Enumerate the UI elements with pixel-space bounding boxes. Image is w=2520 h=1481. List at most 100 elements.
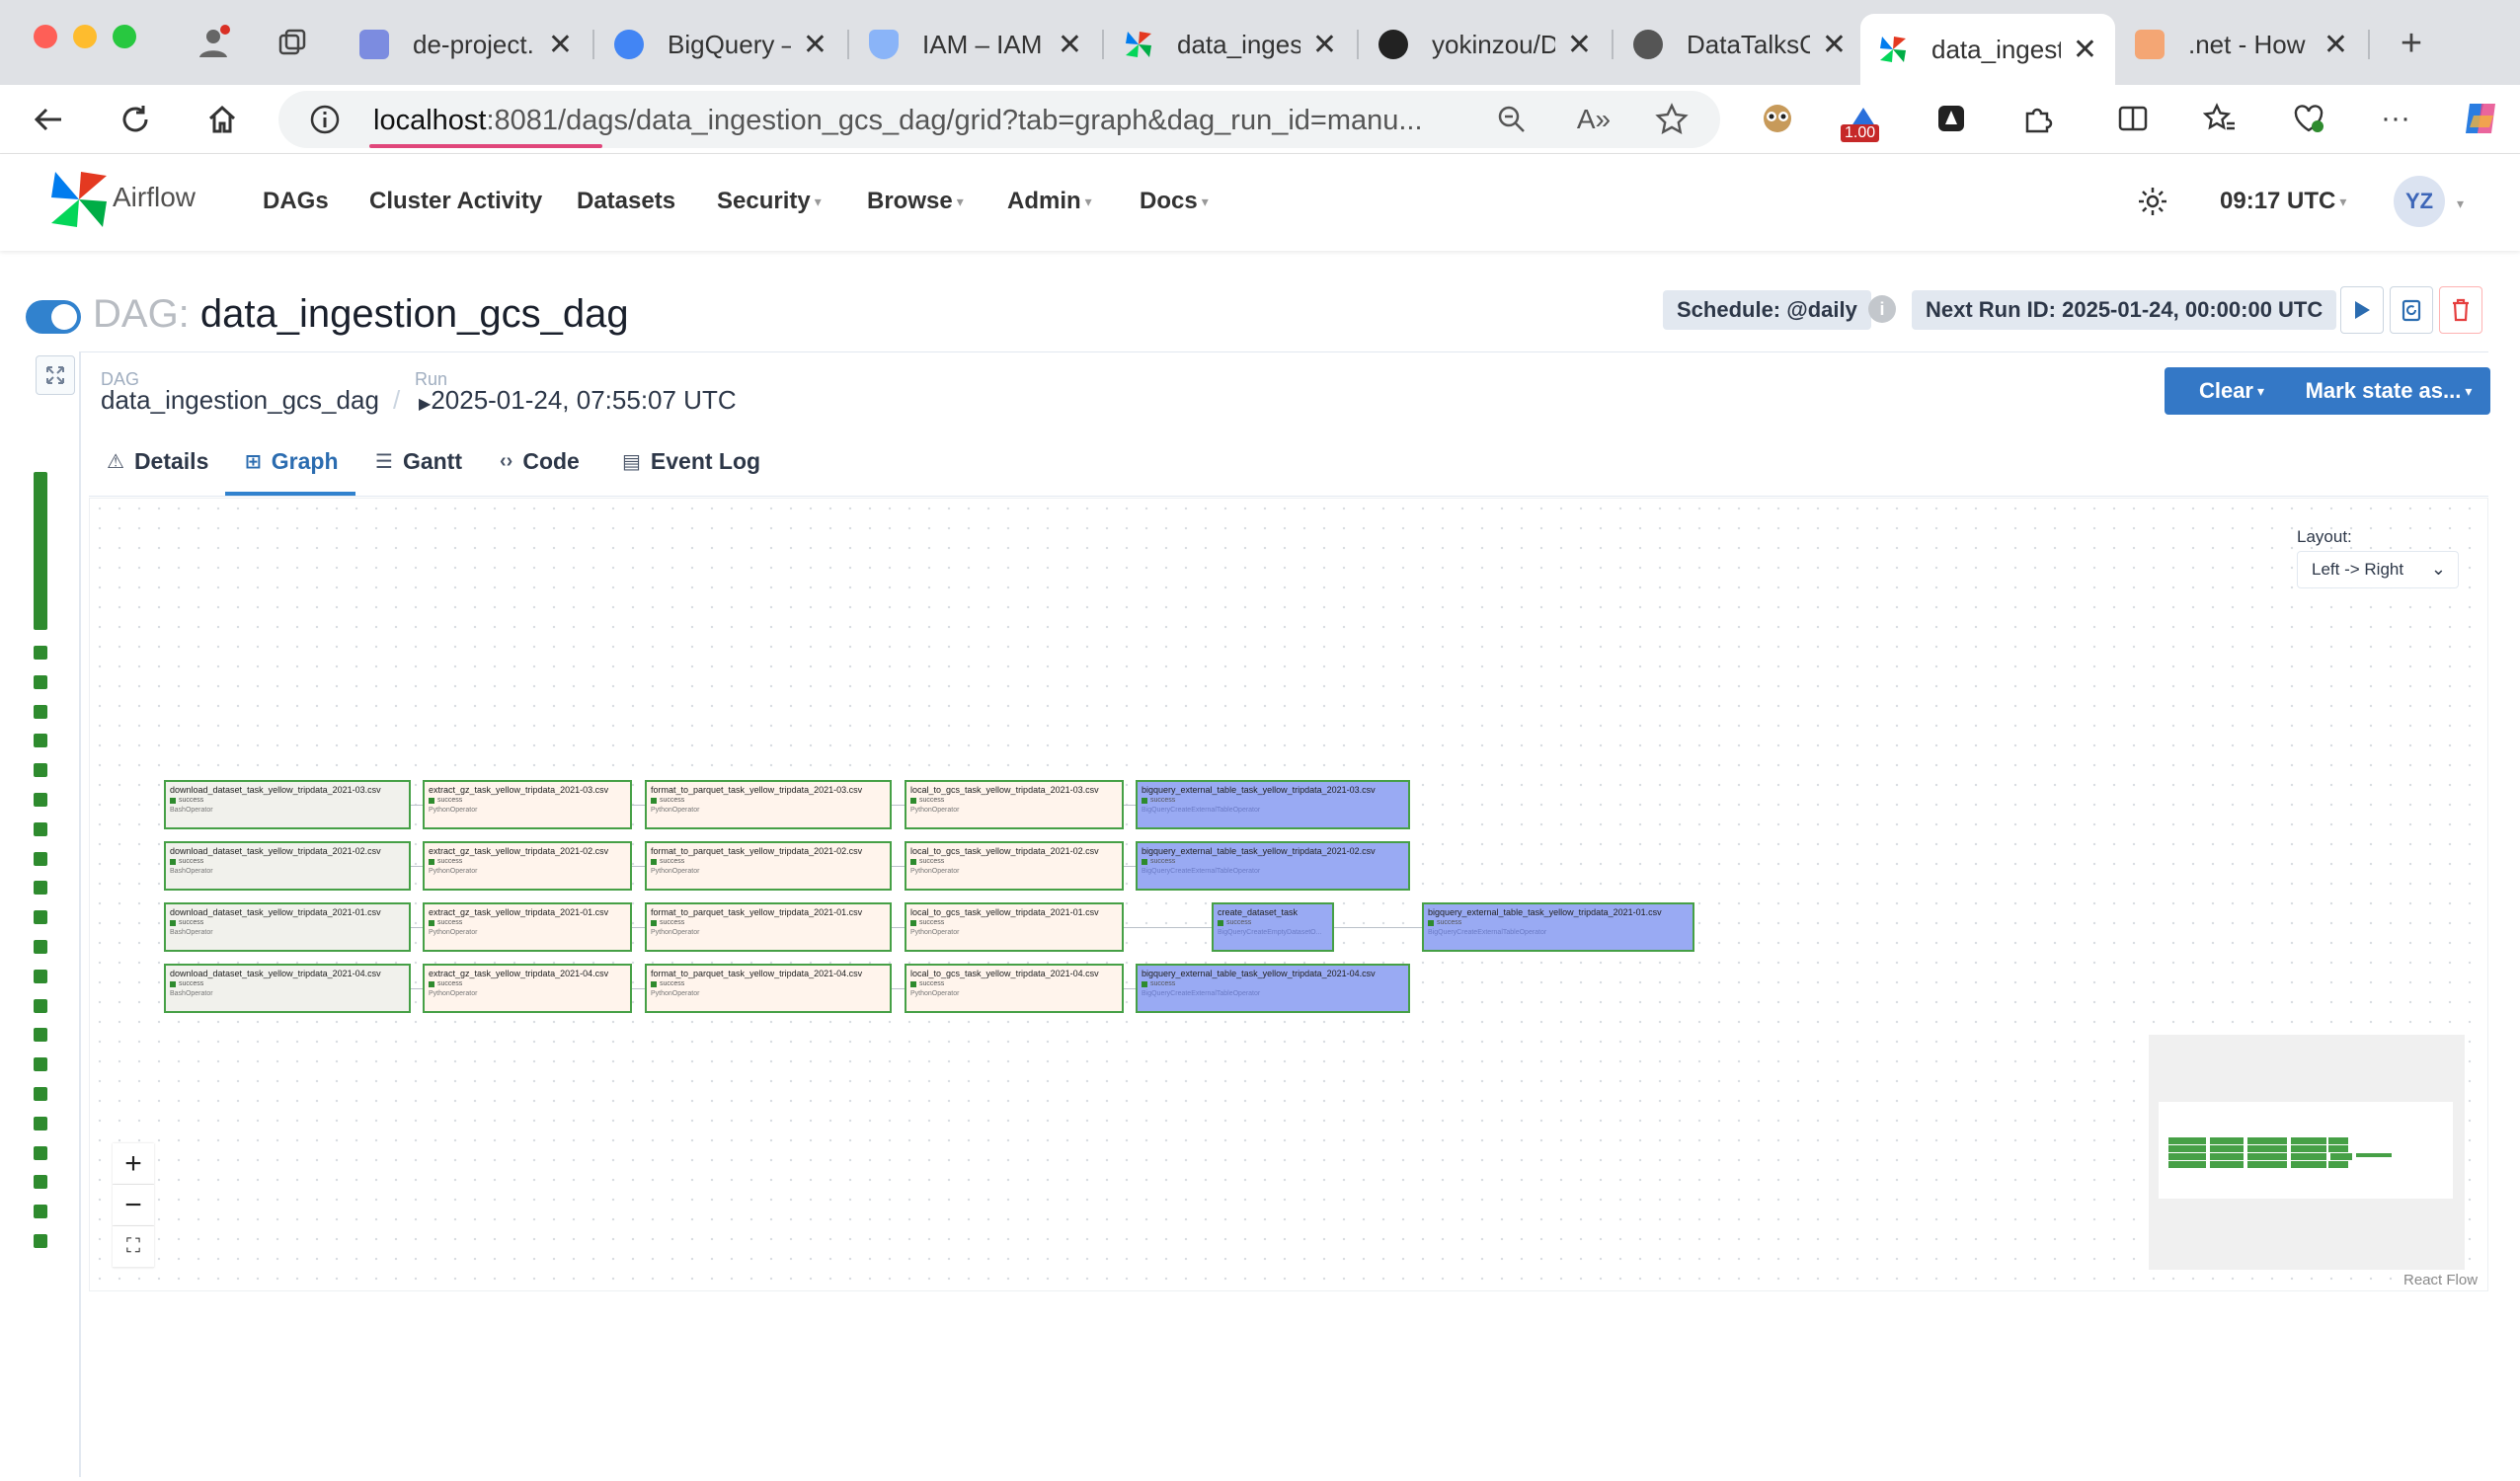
clear-button[interactable]: Clear ▾ <box>2165 367 2299 415</box>
breadcrumb-run-link[interactable]: ▶2025-01-24, 07:55:07 UTC <box>419 385 737 416</box>
user-avatar[interactable]: YZ <box>2394 176 2445 227</box>
browser-tab[interactable]: yokinzou/D... ✕ <box>1361 16 1610 73</box>
task-instance-square[interactable] <box>34 1145 47 1160</box>
delete-dag-button[interactable] <box>2439 286 2482 334</box>
task-node[interactable]: extract_gz_task_yellow_tripdata_2021-04.… <box>423 964 632 1013</box>
mark-state-button[interactable]: Mark state as... ▾ <box>2287 367 2490 415</box>
url-text[interactable]: localhost:8081/dags/data_ingestion_gcs_d… <box>373 105 1423 137</box>
task-instance-square[interactable] <box>34 910 47 925</box>
task-instance-square[interactable] <box>34 646 47 660</box>
tab-code[interactable]: ‹› Code <box>500 448 580 475</box>
task-instance-square[interactable] <box>34 1116 47 1130</box>
more-options-icon[interactable]: ··· <box>2376 99 2415 138</box>
close-tab-icon[interactable]: ✕ <box>1312 28 1337 62</box>
back-icon[interactable] <box>26 97 71 142</box>
read-aloud-icon[interactable]: A» <box>1574 101 1614 138</box>
zoom-icon[interactable] <box>1495 103 1529 136</box>
user-menu-caret-icon[interactable]: ▾ <box>2453 190 2464 217</box>
browser-tab[interactable]: .net - How ... ✕ <box>2117 16 2366 73</box>
browser-essentials-icon[interactable] <box>2289 99 2328 138</box>
dag-run-bar[interactable] <box>34 472 47 630</box>
browser-tab[interactable]: DataTalksCl... ✕ <box>1615 16 1864 73</box>
task-instance-square[interactable] <box>34 793 47 807</box>
utc-clock[interactable]: 09:17 UTC ▾ <box>2220 188 2346 215</box>
task-instance-square[interactable] <box>34 1087 47 1101</box>
tab-details[interactable]: ⚠ Details <box>107 448 208 475</box>
airflow-brand[interactable]: Airflow <box>113 182 196 213</box>
task-node[interactable]: local_to_gcs_task_yellow_tripdata_2021-0… <box>905 964 1124 1013</box>
workspaces-icon[interactable] <box>273 24 312 63</box>
task-instance-square[interactable] <box>34 940 47 954</box>
task-node[interactable]: format_to_parquet_task_yellow_tripdata_2… <box>645 841 892 891</box>
close-tab-icon[interactable]: ✕ <box>2323 28 2348 62</box>
close-window-button[interactable] <box>34 25 57 48</box>
menu-admin[interactable]: Admin ▾ <box>1007 188 1092 215</box>
browser-tab[interactable]: de-project... ✕ <box>342 16 591 73</box>
browser-tab[interactable]: IAM – IAM & ... ✕ <box>851 16 1100 73</box>
task-node[interactable]: extract_gz_task_yellow_tripdata_2021-02.… <box>423 841 632 891</box>
extension-badge-icon[interactable]: 1.00 <box>1839 91 1888 146</box>
fit-view-icon[interactable]: ⛶ <box>113 1226 154 1268</box>
split-screen-icon[interactable] <box>2113 99 2153 138</box>
task-instance-square[interactable] <box>34 1234 47 1248</box>
task-node[interactable]: download_dataset_task_yellow_tripdata_20… <box>164 841 411 891</box>
task-node[interactable]: download_dataset_task_yellow_tripdata_20… <box>164 780 411 829</box>
task-node[interactable]: local_to_gcs_task_yellow_tripdata_2021-0… <box>905 780 1124 829</box>
task-instance-square[interactable] <box>34 1205 47 1219</box>
task-instance-square[interactable] <box>34 734 47 748</box>
task-node[interactable]: format_to_parquet_task_yellow_tripdata_2… <box>645 964 892 1013</box>
task-instance-square[interactable] <box>34 704 47 719</box>
favorite-star-icon[interactable] <box>1653 101 1691 138</box>
graph-minimap[interactable] <box>2149 1035 2465 1270</box>
reparse-dag-button[interactable] <box>2390 286 2433 334</box>
info-icon[interactable]: i <box>1868 295 1896 323</box>
theme-gear-icon[interactable] <box>2133 182 2172 221</box>
zoom-out-button[interactable]: − <box>113 1185 154 1226</box>
reload-icon[interactable] <box>113 97 158 142</box>
browser-tab[interactable]: data_ingest... ✕ <box>1106 16 1355 73</box>
tab-graph[interactable]: ⊞ Graph <box>245 448 339 475</box>
extension-dark-icon[interactable] <box>1931 99 1971 138</box>
menu-cluster-activity[interactable]: Cluster Activity <box>369 188 542 215</box>
dag-pause-toggle[interactable] <box>26 300 81 334</box>
breadcrumb-dag-link[interactable]: data_ingestion_gcs_dag <box>101 385 379 416</box>
task-node[interactable]: download_dataset_task_yellow_tripdata_20… <box>164 964 411 1013</box>
extensions-puzzle-icon[interactable] <box>2018 99 2058 138</box>
task-node[interactable]: local_to_gcs_task_yellow_tripdata_2021-0… <box>905 902 1124 952</box>
tab-event-log[interactable]: ▤ Event Log <box>622 448 760 475</box>
new-tab-icon[interactable]: + <box>2388 20 2435 67</box>
task-instance-square[interactable] <box>34 674 47 689</box>
task-instance-square[interactable] <box>34 881 47 896</box>
home-icon[interactable] <box>199 97 245 142</box>
task-node[interactable]: bigquery_external_table_task_yellow_trip… <box>1136 780 1410 829</box>
task-node[interactable]: bigquery_external_table_task_yellow_trip… <box>1136 841 1410 891</box>
address-bar[interactable]: localhost:8081/dags/data_ingestion_gcs_d… <box>278 91 1720 148</box>
task-node[interactable]: extract_gz_task_yellow_tripdata_2021-01.… <box>423 902 632 952</box>
browser-tab[interactable]: BigQuery – ... ✕ <box>596 16 845 73</box>
task-instance-square[interactable] <box>34 1175 47 1190</box>
extension-owl-icon[interactable] <box>1758 99 1797 138</box>
task-node[interactable]: format_to_parquet_task_yellow_tripdata_2… <box>645 780 892 829</box>
copilot-icon[interactable] <box>2457 95 2504 142</box>
task-node[interactable]: local_to_gcs_task_yellow_tripdata_2021-0… <box>905 841 1124 891</box>
close-tab-icon[interactable]: ✕ <box>548 28 573 62</box>
task-node[interactable]: create_dataset_task success BigQueryCreate… <box>1212 902 1334 952</box>
close-tab-icon[interactable]: ✕ <box>2073 33 2097 67</box>
close-tab-icon[interactable]: ✕ <box>1058 28 1082 62</box>
task-instance-square[interactable] <box>34 969 47 983</box>
close-tab-icon[interactable]: ✕ <box>1822 28 1847 62</box>
site-info-icon[interactable] <box>308 103 342 136</box>
graph-canvas[interactable] <box>89 498 2488 1291</box>
zoom-in-button[interactable]: + <box>113 1143 154 1185</box>
close-tab-icon[interactable]: ✕ <box>1567 28 1592 62</box>
task-node[interactable]: extract_gz_task_yellow_tripdata_2021-03.… <box>423 780 632 829</box>
browser-tab-active[interactable]: data_ingest... ✕ <box>1860 14 2115 85</box>
expand-grid-icon[interactable] <box>36 355 75 395</box>
close-tab-icon[interactable]: ✕ <box>803 28 827 62</box>
menu-datasets[interactable]: Datasets <box>577 188 675 215</box>
menu-browse[interactable]: Browse ▾ <box>867 188 964 215</box>
task-node[interactable]: download_dataset_task_yellow_tripdata_20… <box>164 902 411 952</box>
trigger-dag-button[interactable] <box>2340 286 2384 334</box>
task-instance-square[interactable] <box>34 821 47 836</box>
favorites-icon[interactable] <box>2200 99 2240 138</box>
